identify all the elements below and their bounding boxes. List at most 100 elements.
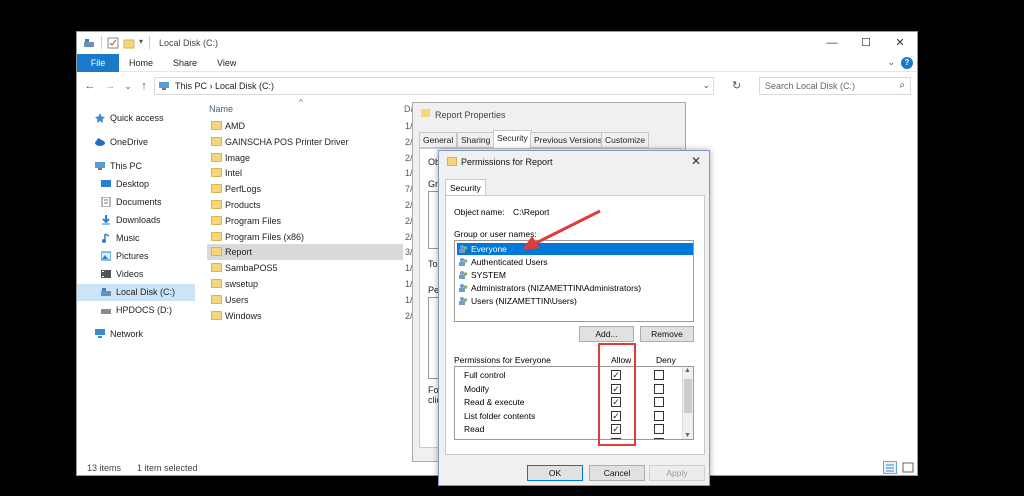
help-icon[interactable]: ?	[901, 57, 913, 69]
file-name: Report	[225, 247, 253, 258]
tab-home[interactable]: Home	[129, 58, 153, 68]
tab-view[interactable]: View	[217, 58, 236, 68]
properties-icon[interactable]	[107, 37, 119, 49]
edit-hint-label: To	[428, 259, 438, 269]
network-icon	[95, 329, 105, 339]
up-button[interactable]: ↑	[137, 79, 151, 93]
sidebar-item-onedrive[interactable]: OneDrive	[77, 134, 195, 151]
minimize-button[interactable]: —	[815, 34, 849, 52]
refresh-button[interactable]: ↻	[732, 79, 741, 92]
expand-ribbon-icon[interactable]: ⌄	[887, 57, 895, 68]
cancel-button[interactable]: Cancel	[589, 465, 645, 481]
permissions-for-label: Permissions for Everyone	[454, 355, 551, 365]
file-row[interactable]: swsetup 1/	[207, 276, 413, 292]
column-header-name[interactable]: Name	[209, 104, 233, 114]
deny-checkbox[interactable]	[654, 383, 664, 394]
deny-checkbox[interactable]	[654, 397, 664, 408]
scroll-down-icon[interactable]: ▼	[684, 432, 691, 439]
deny-checkbox[interactable]	[654, 410, 664, 421]
item-count: 13 items	[87, 463, 122, 473]
tab-security[interactable]: Security	[493, 130, 532, 148]
tab-general[interactable]: General	[419, 132, 458, 148]
search-input[interactable]: Search Local Disk (C:) ⌕	[759, 77, 911, 95]
file-row[interactable]: Windows 2/	[207, 308, 413, 324]
tab-file[interactable]: File	[77, 54, 119, 72]
deny-checkbox[interactable]	[654, 370, 664, 380]
recent-locations-button[interactable]: ⌄	[121, 79, 135, 93]
sidebar-item-label: Downloads	[116, 215, 161, 225]
user-item-users[interactable]: Users (NIZAMETTIN\Users)	[457, 295, 693, 307]
file-row[interactable]: Image 2/	[207, 150, 413, 166]
scrollbar[interactable]: ▲ ▼	[682, 367, 693, 439]
user-item-administrators[interactable]: Administrators (NIZAMETTIN\Administrator…	[457, 282, 693, 294]
folder-icon	[211, 263, 222, 273]
forward-button[interactable]: →	[103, 79, 117, 93]
ok-button[interactable]: OK	[527, 465, 583, 481]
sidebar-item-local-disk-c[interactable]: Local Disk (C:)	[77, 284, 195, 301]
back-button[interactable]: ←	[83, 79, 97, 93]
file-row[interactable]: SambaPOS5 1/	[207, 260, 413, 276]
file-row[interactable]: Intel 1/	[207, 165, 413, 181]
tab-previous-versions[interactable]: Previous Versions	[530, 132, 607, 148]
sidebar-item-label: This PC	[110, 161, 143, 171]
breadcrumb[interactable]: This PC › Local Disk (C:)	[175, 81, 274, 91]
tab-security[interactable]: Security	[445, 179, 486, 196]
remove-button[interactable]: Remove	[640, 326, 694, 342]
file-name: AMD	[225, 121, 245, 131]
close-button[interactable]: ✕	[691, 154, 701, 168]
sidebar-item-music[interactable]: Music	[77, 230, 195, 247]
deny-checkbox[interactable]	[654, 424, 664, 435]
apply-button[interactable]: Apply	[649, 465, 705, 481]
drive-icon	[101, 305, 111, 315]
user-item-system[interactable]: SYSTEM	[457, 269, 693, 281]
desktop-icon	[101, 179, 111, 189]
sidebar-item-desktop[interactable]: Desktop	[77, 176, 195, 193]
file-row[interactable]: PerfLogs 7/	[207, 181, 413, 197]
tab-customize[interactable]: Customize	[601, 132, 650, 148]
user-label: SYSTEM	[471, 270, 506, 280]
sidebar-item-documents[interactable]: Documents	[77, 194, 195, 211]
deny-checkbox[interactable]	[654, 438, 664, 439]
close-button[interactable]: ✕	[883, 34, 917, 52]
sidebar-item-label: Network	[110, 329, 144, 339]
file-row[interactable]: Program Files 2/	[207, 213, 413, 229]
file-row[interactable]: Report 3/	[207, 244, 413, 261]
customize-quick-access-icon[interactable]: ▾	[139, 37, 143, 46]
tab-sharing[interactable]: Sharing	[457, 132, 495, 148]
folder-icon	[211, 121, 222, 130]
window-title: Local Disk (C:)	[159, 38, 219, 48]
scrollbar-thumb[interactable]	[684, 379, 692, 413]
new-folder-icon[interactable]	[123, 37, 135, 49]
file-name: swsetup	[225, 279, 259, 289]
file-row[interactable]: Users 1/	[207, 292, 413, 308]
details-view-icon[interactable]	[883, 461, 897, 474]
tab-share[interactable]: Share	[173, 58, 197, 68]
user-item-authenticated-users[interactable]: Authenticated Users	[457, 256, 693, 268]
sidebar-item-network[interactable]: Network	[77, 326, 195, 343]
dialog-title: Report Properties	[435, 110, 506, 120]
sidebar-item-downloads[interactable]: Downloads	[77, 212, 195, 229]
file-row[interactable]: Program Files (x86) 2/	[207, 229, 413, 245]
file-name: Products	[225, 200, 261, 210]
file-row[interactable]: AMD 1/	[207, 118, 413, 134]
add-button[interactable]: Add...	[579, 326, 634, 342]
sidebar-item-label: Videos	[116, 269, 144, 279]
address-bar[interactable]: This PC › Local Disk (C:) ⌄	[154, 77, 714, 95]
file-name: Image	[225, 152, 251, 163]
deny-column-header: Deny	[656, 355, 676, 365]
scroll-up-icon[interactable]: ▲	[684, 367, 691, 374]
maximize-button[interactable]: ☐	[849, 34, 883, 52]
sidebar-item-quick-access[interactable]: Quick access	[77, 110, 195, 127]
file-name: GAINSCHA POS Printer Driver	[225, 136, 349, 147]
file-row[interactable]: Products 2/	[207, 197, 413, 213]
file-row[interactable]: GAINSCHA POS Printer Driver 2/	[207, 134, 413, 150]
sidebar-item-videos[interactable]: Videos	[77, 266, 195, 283]
permissions-table: Full control ✓ Modify ✓ Read & execute ✓ List …	[454, 366, 694, 440]
address-dropdown-icon[interactable]: ⌄	[702, 80, 710, 91]
sidebar-item-pictures[interactable]: Pictures	[77, 248, 195, 265]
search-icon[interactable]: ⌕	[899, 80, 905, 91]
large-icons-view-icon[interactable]	[901, 461, 915, 474]
folder-icon	[211, 184, 222, 194]
sidebar-item-this-pc[interactable]: This PC	[77, 158, 195, 175]
sidebar-item-hpdocs-d[interactable]: HPDOCS (D:)	[77, 302, 195, 319]
